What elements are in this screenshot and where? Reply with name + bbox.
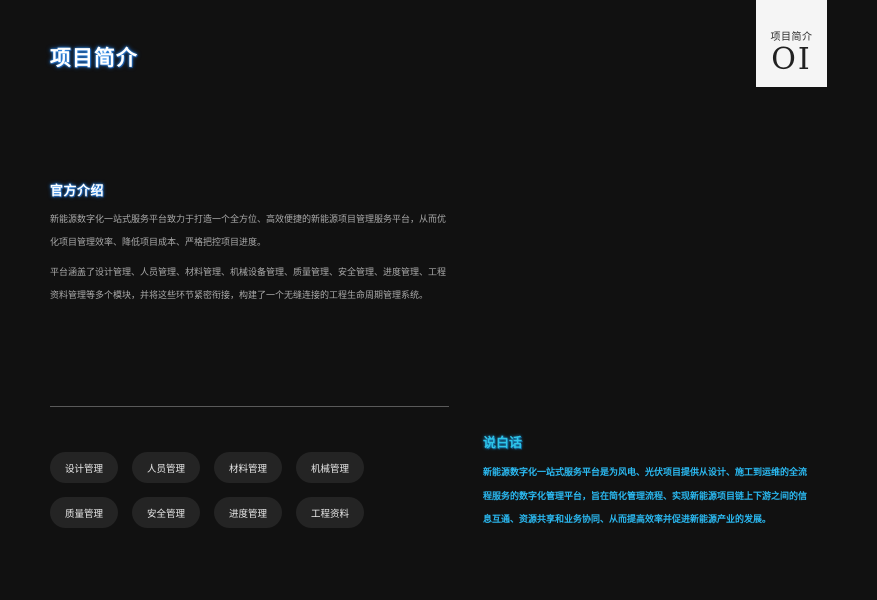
module-pill-materials[interactable]: 材料管理 — [214, 452, 282, 483]
module-pill-safety[interactable]: 安全管理 — [132, 497, 200, 528]
module-pill-personnel[interactable]: 人员管理 — [132, 452, 200, 483]
module-list: 设计管理 人员管理 材料管理 机械管理 质量管理 安全管理 进度管理 工程资料 — [50, 452, 380, 528]
plain-talk-text: 新能源数字化一站式服务平台是为风电、光伏项目提供从设计、施工到运维的全流程服务的… — [483, 468, 808, 525]
badge-number: OI — [771, 42, 812, 77]
module-pill-progress[interactable]: 进度管理 — [214, 497, 282, 528]
module-pill-documents[interactable]: 工程资料 — [296, 497, 364, 528]
official-intro-title: 官方介绍 — [50, 184, 105, 199]
section-divider — [50, 406, 449, 407]
section-badge: 项目简介 OI — [756, 0, 827, 87]
badge-label: 项目简介 — [770, 32, 813, 43]
official-intro-body: 新能源数字化一站式服务平台致力于打造一个全方位、高效便捷的新能源项目管理服务平台… — [50, 209, 454, 315]
intro-paragraph: 新能源数字化一站式服务平台致力于打造一个全方位、高效便捷的新能源项目管理服务平台… — [50, 215, 447, 248]
page-title: 项目简介 — [50, 46, 138, 70]
module-pill-design[interactable]: 设计管理 — [50, 452, 118, 483]
module-pill-machinery[interactable]: 机械管理 — [296, 452, 364, 483]
module-pill-quality[interactable]: 质量管理 — [50, 497, 118, 528]
plain-talk-title: 说白话 — [483, 436, 523, 451]
intro-paragraph: 平台涵盖了设计管理、人员管理、材料管理、机械设备管理、质量管理、安全管理、进度管… — [50, 268, 447, 301]
